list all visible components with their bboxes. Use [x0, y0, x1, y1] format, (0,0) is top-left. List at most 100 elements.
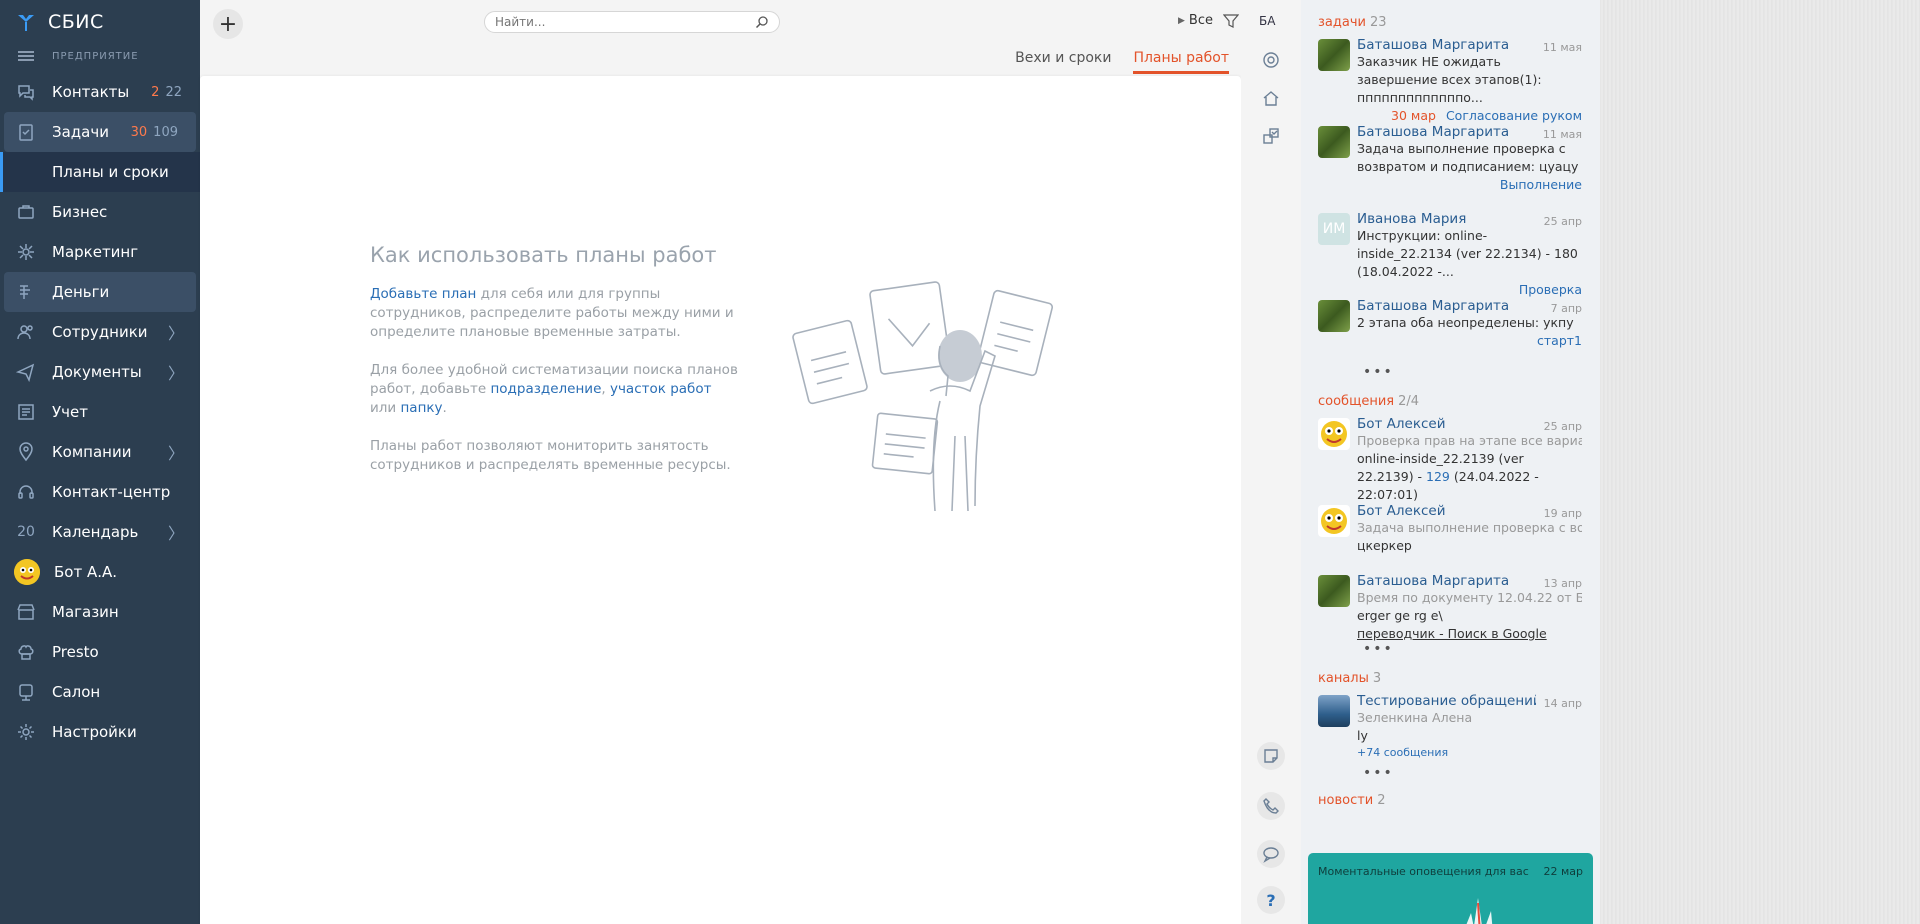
org-switcher[interactable]: ПРЕДПРИЯТИЕ	[0, 44, 200, 68]
department-link[interactable]: подразделение	[490, 381, 601, 397]
sidebar-item-shop[interactable]: Магазин	[0, 592, 200, 632]
message-item[interactable]: Баташова Маргарита 13 апр Время по докум…	[1301, 569, 1600, 641]
language-switch[interactable]: БА	[1259, 14, 1275, 28]
headset-icon	[14, 480, 38, 504]
avatar	[1318, 126, 1350, 158]
sidebar-item-companies[interactable]: Компании 〉	[0, 432, 200, 472]
empty-state-paragraph: Для более удобной систематизации поиска …	[370, 362, 738, 416]
chevron-right-icon[interactable]: 〉	[168, 320, 184, 344]
more-messages-link[interactable]: +74 сообщения	[1357, 745, 1582, 761]
clipboard-check-icon	[14, 120, 38, 144]
message-item[interactable]: Бот Алексей 19 апр Задача выполнение про…	[1301, 499, 1600, 569]
add-plan-link[interactable]: Добавьте план	[370, 286, 476, 302]
sticky-note-icon	[1264, 749, 1278, 763]
news-card[interactable]: Моментальные оповещения для вас 22 мар	[1308, 853, 1593, 924]
stage-label: Выполнение	[1499, 177, 1582, 192]
total-count-badge: 109	[153, 124, 178, 140]
chevron-right-icon[interactable]: 〉	[168, 360, 184, 384]
sidebar-item-presto[interactable]: Presto	[0, 632, 200, 672]
settings-button[interactable]	[1257, 46, 1285, 74]
channels-section-title[interactable]: каналы 3	[1301, 667, 1600, 689]
tab-work-plans[interactable]: Планы работ	[1133, 50, 1229, 74]
task-item[interactable]: Баташова Маргарита 11 мая Задача выполне…	[1301, 120, 1600, 207]
message-item[interactable]: Бот Алексей 25 апр Проверка прав на этап…	[1301, 412, 1600, 502]
desktop-background	[1600, 0, 1920, 924]
bot-avatar	[1318, 505, 1350, 537]
home-button[interactable]	[1257, 84, 1285, 112]
filter-label: Все	[1188, 13, 1213, 28]
calendar-icon: 20	[17, 524, 35, 540]
bot-avatar	[1318, 418, 1350, 450]
tabs: Вехи и сроки Планы работ	[993, 50, 1229, 74]
tasks-section-title[interactable]: задачи 23	[1301, 11, 1600, 33]
sidebar-item-money[interactable]: Деньги	[4, 272, 196, 312]
sidebar-item-contacts[interactable]: Контакты 2 22	[0, 72, 200, 112]
right-toolbar: БА ?	[1241, 0, 1301, 924]
channel-avatar	[1318, 695, 1350, 727]
sidebar-item-contact-center[interactable]: Контакт-центр	[0, 472, 200, 512]
task-item[interactable]: Баташова Маргарита 11 мая Заказчик НЕ ож…	[1301, 33, 1600, 123]
more-messages-button[interactable]: •••	[1301, 641, 1600, 661]
question-icon: ?	[1266, 890, 1276, 910]
total-count-badge: 22	[165, 84, 182, 100]
briefcase-icon	[14, 200, 38, 224]
sidebar-item-business[interactable]: Бизнес	[0, 192, 200, 232]
caret-right-icon: ▶	[1178, 15, 1185, 26]
messages-section-title[interactable]: сообщения 2/4	[1301, 390, 1600, 412]
sbis-logo-icon	[18, 15, 34, 31]
gear-icon	[14, 720, 38, 744]
search-icon[interactable]	[755, 15, 769, 29]
add-button[interactable]: +	[213, 9, 243, 39]
empty-state-paragraph: Добавьте план для себя или для группы со…	[370, 286, 734, 340]
task-item[interactable]: Баташова Маргарита 7 апр 2 этапа оба нео…	[1301, 294, 1600, 364]
channel-item[interactable]: Тестирование обращений 14 апр Зеленкина …	[1301, 689, 1600, 773]
search-field[interactable]	[484, 11, 780, 33]
filter-control[interactable]: ▶ Все	[1178, 13, 1239, 28]
chat-bubble-icon	[1263, 847, 1279, 863]
folder-link[interactable]: папку	[400, 400, 442, 416]
empty-state-paragraph: Планы работ позволяют мониторить занятос…	[370, 438, 731, 473]
sidebar-item-documents[interactable]: Документы 〉	[0, 352, 200, 392]
app-name: СБИС	[48, 11, 104, 33]
message-link[interactable]: переводчик - Поиск в Google	[1357, 625, 1582, 643]
org-label: ПРЕДПРИЯТИЕ	[52, 50, 139, 62]
chat-button[interactable]	[1257, 840, 1285, 868]
chevron-right-icon[interactable]: 〉	[168, 520, 184, 544]
news-date: 22 мар	[1543, 865, 1583, 878]
more-tasks-button[interactable]: •••	[1301, 364, 1600, 384]
note-button[interactable]	[1257, 742, 1285, 770]
task-item[interactable]: ИМ Иванова Мария 25 апр Инструкции: onli…	[1301, 207, 1600, 297]
sidebar-item-settings[interactable]: Настройки	[0, 712, 200, 752]
sidebar-item-plans[interactable]: Планы и сроки	[0, 152, 200, 192]
avatar	[1318, 575, 1350, 607]
sidebar-item-tasks[interactable]: Задачи 30 109	[4, 112, 196, 152]
home-icon	[1263, 91, 1279, 106]
sidebar-item-salon[interactable]: Салон	[0, 672, 200, 712]
chevron-right-icon[interactable]: 〉	[168, 440, 184, 464]
work-area-link[interactable]: участок работ	[610, 381, 712, 397]
mirror-icon	[14, 680, 38, 704]
filter-icon[interactable]	[1223, 13, 1239, 28]
stage-label: старт1	[1537, 333, 1582, 348]
sidebar-item-bot[interactable]: Бот А.А.	[0, 552, 200, 592]
sidebar-item-employees[interactable]: Сотрудники 〉	[0, 312, 200, 352]
help-button[interactable]: ?	[1257, 886, 1285, 914]
empty-state-title: Как использовать планы работ	[370, 243, 717, 267]
sidebar-item-marketing[interactable]: Маркетинг	[0, 232, 200, 272]
news-section-title[interactable]: новости 2	[1301, 789, 1600, 811]
search-input[interactable]	[495, 15, 755, 29]
tab-milestones[interactable]: Вехи и сроки	[1015, 50, 1111, 74]
sidebar: СБИС ПРЕДПРИЯТИЕ Контакты 2 22 Задачи 30 1…	[0, 0, 200, 924]
sidebar-item-calendar[interactable]: 20 Календарь 〉	[0, 512, 200, 552]
menu-icon[interactable]	[18, 51, 34, 61]
sidebar-item-accounting[interactable]: Учет	[0, 392, 200, 432]
people-icon	[14, 320, 38, 344]
content-panel: Как использовать планы работ Добавьте пл…	[200, 76, 1241, 924]
bot-avatar	[14, 559, 40, 585]
unread-count-badge: 2	[151, 84, 160, 100]
call-button[interactable]	[1257, 792, 1285, 820]
logo[interactable]: СБИС	[0, 0, 200, 44]
topbar: + ▶ Все	[200, 0, 1241, 44]
message-link[interactable]: 129	[1426, 469, 1450, 484]
tasks-toggle-button[interactable]	[1257, 122, 1285, 150]
